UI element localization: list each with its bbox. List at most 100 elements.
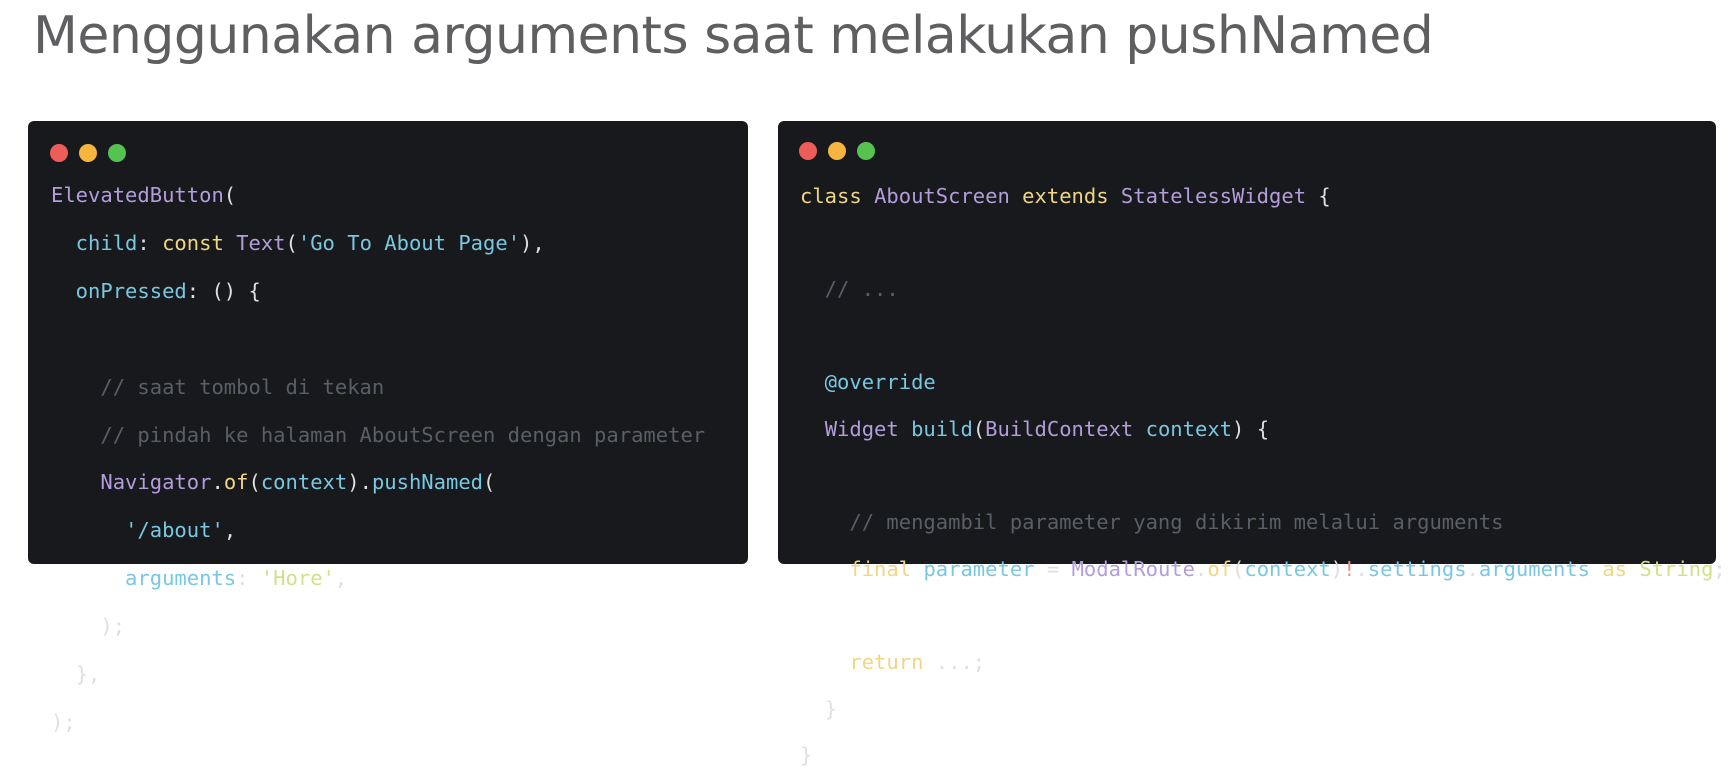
code-token: class <box>800 184 862 208</box>
maximize-dot-icon <box>857 142 875 160</box>
code-token: AboutScreen <box>874 184 1010 208</box>
code-token: '/about' <box>125 518 224 543</box>
code-line: } <box>800 696 1726 721</box>
code-token: Widget <box>824 416 899 441</box>
code-token: ( <box>483 470 496 495</box>
code-token: ), <box>520 230 545 255</box>
code-token: BuildContext <box>985 416 1134 441</box>
code-token: { <box>1306 184 1331 208</box>
code-token: . <box>1466 556 1479 581</box>
code-line: ); <box>51 709 705 734</box>
code-token: build <box>911 416 973 441</box>
code-token: child <box>51 230 138 255</box>
code-line: child: const Text('Go To About Page'), <box>51 230 705 255</box>
code-token: ( <box>248 470 261 495</box>
code-line: @override <box>800 369 1726 394</box>
code-token: ); <box>51 709 76 734</box>
code-block-left: ElevatedButton( child: const Text('Go To… <box>51 182 705 734</box>
code-token: pushNamed <box>371 470 484 495</box>
code-token: ; <box>1713 556 1726 581</box>
code-token: as <box>1602 556 1628 581</box>
code-line: arguments: 'Hore', <box>51 565 705 590</box>
code-token: const <box>162 230 224 255</box>
code-token: context <box>1244 556 1331 581</box>
code-line: return ...; <box>800 649 1726 674</box>
code-token: context <box>1145 416 1233 441</box>
code-token: ( <box>223 183 237 207</box>
code-token: parameter <box>923 556 1035 581</box>
code-line: class AboutScreen extends StatelessWidge… <box>800 183 1726 208</box>
code-line: ElevatedButton( <box>51 182 705 207</box>
code-annotation: @override <box>800 370 936 395</box>
code-line: // ... <box>800 276 1726 301</box>
code-token: ( <box>285 230 298 255</box>
code-line: Widget build(BuildContext context) { <box>800 416 1726 441</box>
code-token: } <box>800 743 813 768</box>
code-comment: // ... <box>800 277 899 302</box>
close-dot-icon <box>799 142 817 160</box>
code-token: arguments <box>1478 556 1590 581</box>
code-token: . <box>1355 556 1368 581</box>
page-title: Menggunakan arguments saat melakukan pus… <box>33 6 1434 66</box>
code-line: // pindah ke halaman AboutScreen dengan … <box>51 422 705 447</box>
code-comment: // saat tombol di tekan <box>51 374 385 399</box>
code-token: ); <box>51 614 126 639</box>
code-line: Navigator.of(context).pushNamed( <box>51 469 705 494</box>
code-token: ( <box>1232 556 1245 581</box>
code-line: // mengambil parameter yang dikirim mela… <box>800 509 1726 534</box>
code-token: settings <box>1367 556 1467 581</box>
code-line: }, <box>51 661 705 686</box>
code-token: StatelessWidget <box>1120 184 1307 208</box>
code-line: '/about', <box>51 517 705 542</box>
code-token: ). <box>347 470 372 495</box>
code-token: ! <box>1343 556 1356 581</box>
code-token: of <box>223 470 249 495</box>
code-line: onPressed: () { <box>51 278 705 303</box>
code-window-left: ElevatedButton( child: const Text('Go To… <box>28 121 748 734</box>
code-token: context <box>260 470 348 495</box>
code-line: ); <box>51 613 705 638</box>
code-token: = <box>1034 556 1072 581</box>
code-token: Text <box>236 230 286 255</box>
minimize-dot-icon <box>79 144 97 162</box>
code-token: . <box>1194 556 1208 581</box>
code-line: // saat tombol di tekan <box>51 374 705 399</box>
maximize-dot-icon <box>108 144 126 162</box>
code-comment: // mengambil parameter yang dikirim mela… <box>800 510 1504 535</box>
code-token: , <box>223 518 237 543</box>
code-token: of <box>1207 556 1233 581</box>
code-token: ElevatedButton <box>51 183 224 207</box>
code-token: onPressed <box>51 278 187 303</box>
code-token: ( <box>972 416 986 441</box>
code-token: extends <box>1022 184 1109 208</box>
code-token: ) <box>1330 556 1344 581</box>
code-comment: // pindah ke halaman AboutScreen dengan … <box>51 422 706 447</box>
code-token: ) { <box>1232 416 1270 441</box>
code-token: ...; <box>923 649 986 674</box>
code-token: Navigator <box>100 470 212 495</box>
code-window-right: class AboutScreen extends StatelessWidge… <box>778 121 1726 767</box>
code-line: final parameter = ModalRoute.of(context)… <box>800 556 1725 581</box>
code-token: } <box>800 696 838 721</box>
code-token: : <box>137 230 163 255</box>
code-token: final <box>849 556 912 581</box>
close-dot-icon <box>50 144 68 162</box>
code-token: String <box>1639 556 1714 581</box>
code-token: : () { <box>186 278 261 303</box>
code-token: }, <box>51 662 101 687</box>
